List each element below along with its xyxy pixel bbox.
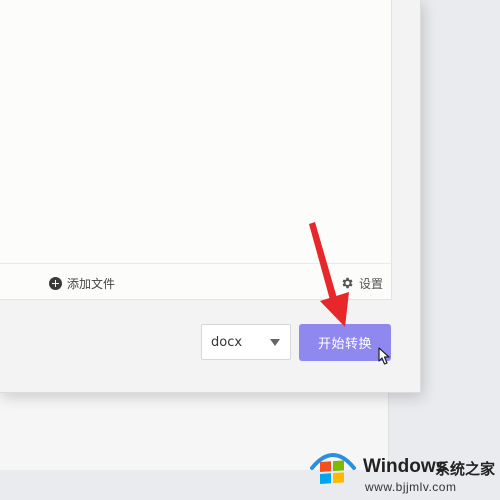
drop-area-divider xyxy=(0,263,391,264)
watermark-subtitle: 系统之家 xyxy=(435,460,496,478)
watermark-title: Windows xyxy=(363,456,447,477)
watermark-url: www.bjjmlv.com xyxy=(365,480,457,494)
plus-circle-icon xyxy=(49,276,62,290)
settings-label: 设置 xyxy=(359,276,384,291)
start-convert-label: 开始转换 xyxy=(317,337,372,352)
watermark: Windows 系统之家 www.bjjmlv.com xyxy=(308,446,498,496)
settings-button[interactable]: 设置 xyxy=(340,274,383,292)
add-file-button[interactable]: 添加文件 xyxy=(49,274,115,292)
hand-pointer-icon xyxy=(378,347,390,365)
file-drop-area[interactable]: 添加文件 设置 xyxy=(0,0,392,300)
gear-icon xyxy=(340,276,354,290)
output-format-value: docx xyxy=(211,334,243,350)
caret-down-icon xyxy=(270,339,280,346)
output-format-select[interactable]: docx xyxy=(201,324,291,360)
add-file-label: 添加文件 xyxy=(67,276,116,291)
converter-dialog: 添加文件 设置 docx 开始转换 xyxy=(0,0,421,393)
windows-logo-icon xyxy=(310,453,356,484)
